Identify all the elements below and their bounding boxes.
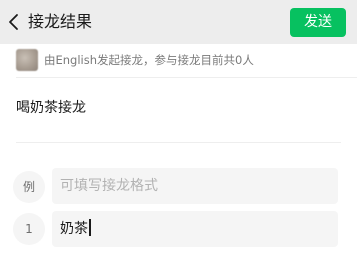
back-icon[interactable]: [6, 10, 24, 34]
solitaire-topic[interactable]: 喝奶茶接龙: [16, 99, 86, 117]
text-caret: [89, 219, 91, 236]
format-placeholder: 可填写接龙格式: [60, 178, 158, 194]
divider: [16, 77, 357, 78]
divider: [16, 142, 341, 143]
avatar: [16, 49, 38, 71]
entry-row-number: 1: [13, 213, 45, 245]
send-button[interactable]: 发送: [290, 8, 346, 37]
example-row-number: 例: [13, 171, 45, 203]
entry-value: 奶茶: [60, 221, 88, 237]
entry-input[interactable]: 奶茶: [52, 211, 338, 247]
initiator-info: 由English发起接龙，参与接龙目前共0人: [44, 53, 254, 67]
page-title: 接龙结果: [28, 12, 93, 31]
example-format-input[interactable]: 可填写接龙格式: [52, 168, 338, 204]
nav-header: 接龙结果 发送: [0, 0, 357, 44]
